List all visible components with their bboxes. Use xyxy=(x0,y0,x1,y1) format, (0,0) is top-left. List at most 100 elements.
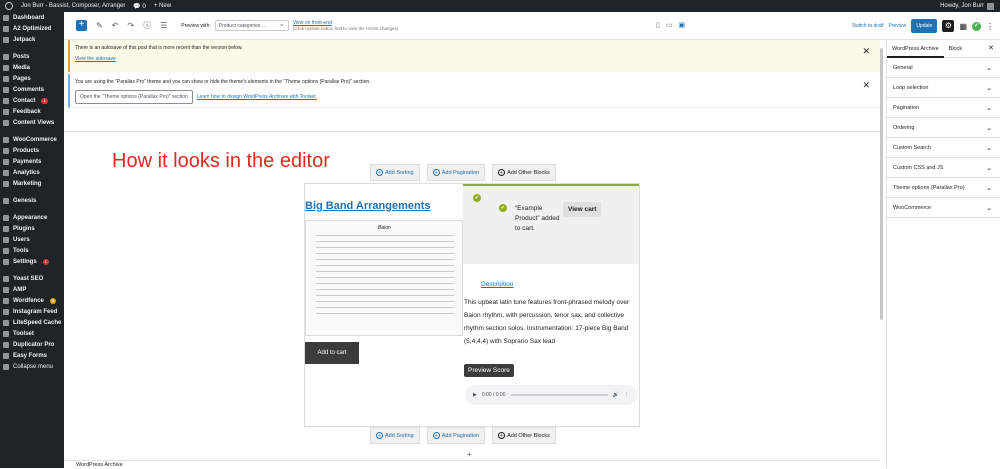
chevron-down-icon: ⌄ xyxy=(986,104,992,112)
preview-score-button[interactable]: Preview Score xyxy=(464,364,514,377)
add-pagination-button[interactable]: + Add Pagination xyxy=(426,164,486,181)
desktop-icon[interactable]: ▣ xyxy=(678,21,685,29)
add-other-blocks-button[interactable]: + Add Other Blocks xyxy=(492,164,556,181)
tab-block[interactable]: Block xyxy=(944,40,967,58)
add-to-cart-button[interactable]: Add to cart xyxy=(305,342,359,364)
sidebar-item-instagram-feed[interactable]: Instagram Feed xyxy=(0,306,64,317)
sidebar-item-plugins[interactable]: Plugins xyxy=(0,223,64,234)
add-pagination-button[interactable]: + Add Pagination xyxy=(426,427,486,444)
tablet-icon[interactable]: ▭ xyxy=(666,21,673,29)
open-theme-options-button[interactable]: Open the "Theme options (Parallax Pro)" … xyxy=(75,90,193,104)
site-name-link[interactable]: Jon Burr - Bassist, Composer, Arranger xyxy=(21,3,125,9)
panel-section-general[interactable]: General ⌄ xyxy=(887,58,1000,78)
sidebar-item-dashboard[interactable]: Dashboard xyxy=(0,12,64,23)
wordpress-logo-icon[interactable] xyxy=(5,2,13,10)
add-sorting-button[interactable]: + Add Sorting xyxy=(370,427,420,444)
add-block-button[interactable]: + xyxy=(76,20,87,31)
pencil-icon[interactable]: ✎ xyxy=(96,21,103,30)
media-icon xyxy=(3,64,9,71)
sidebar-item-tools[interactable]: Tools xyxy=(0,245,64,256)
sidebar-item-jetpack[interactable]: Jetpack xyxy=(0,34,64,45)
sidebar-item-content-views[interactable]: Content Views xyxy=(0,117,64,128)
panel-section-custom-search[interactable]: Custom Search ⌄ xyxy=(887,138,1000,158)
close-icon[interactable]: ✕ xyxy=(862,46,870,57)
description-tab-link[interactable]: Description xyxy=(481,281,514,288)
audio-progress-track[interactable] xyxy=(510,394,608,396)
sidebar-item-label: Easy Forms xyxy=(13,352,48,359)
sidebar-item-media[interactable]: Media xyxy=(0,62,64,73)
panel-section-custom-css-js[interactable]: Custom CSS and JS ⌄ xyxy=(887,158,1000,178)
sidebar-item-yoast-seo[interactable]: Yoast SEO xyxy=(0,273,64,284)
panel-section-ordering[interactable]: Ordering ⌄ xyxy=(887,118,1000,138)
audio-player[interactable]: ▶ 0:00 / 0:00 🔊 ⋮ xyxy=(465,385,637,405)
sidebar-item-appearance[interactable]: Appearance xyxy=(0,212,64,223)
calendar-icon[interactable]: ▦ xyxy=(959,22,967,31)
block-breadcrumb[interactable]: WordPress Archive xyxy=(64,460,880,468)
sidebar-item-duplicator-pro[interactable]: Duplicator Pro xyxy=(0,339,64,350)
sidebar-item-label: Duplicator Pro xyxy=(13,341,55,348)
play-icon[interactable]: ▶ xyxy=(473,392,477,398)
info-icon[interactable]: ⓘ xyxy=(143,20,151,31)
volume-icon[interactable]: 🔊 xyxy=(613,392,619,398)
close-icon[interactable]: ✕ xyxy=(988,44,994,52)
more-options-icon[interactable]: ⋮ xyxy=(624,392,629,398)
panel-section-pagination[interactable]: Pagination ⌄ xyxy=(887,98,1000,118)
product-title-link[interactable]: Big Band Arrangements xyxy=(305,200,431,212)
archive-icon xyxy=(3,147,9,154)
sidebar-item-pages[interactable]: Pages xyxy=(0,73,64,84)
sidebar-item-products[interactable]: Products xyxy=(0,145,64,156)
learn-design-link[interactable]: Learn how to design WordPress Archives w… xyxy=(197,94,317,100)
panel-section-theme-options[interactable]: Theme options (Parallax Pro) ⌄ xyxy=(887,178,1000,198)
sidebar-item-analytics[interactable]: Analytics xyxy=(0,167,64,178)
panel-section-loop-selection[interactable]: Loop selection ⌄ xyxy=(887,78,1000,98)
view-autosave-link[interactable]: View the autosave xyxy=(75,56,875,62)
plugin-icon xyxy=(3,225,9,232)
sidebar-item-settings[interactable]: Settings 1 xyxy=(0,256,64,267)
sidebar-item-payments[interactable]: Payments xyxy=(0,156,64,167)
add-sorting-button[interactable]: + Add Sorting xyxy=(370,164,420,181)
sidebar-item-amp[interactable]: AMP xyxy=(0,284,64,295)
new-content-link[interactable]: + New xyxy=(154,3,171,9)
sidebar-item-easy-forms[interactable]: Easy Forms xyxy=(0,350,64,361)
sidebar-item-a2-optimized[interactable]: A2 Optimized xyxy=(0,23,64,34)
view-cart-button[interactable]: View cart xyxy=(563,202,602,217)
list-view-icon[interactable]: ☰ xyxy=(160,21,167,30)
editor-scrollbar[interactable] xyxy=(880,48,883,320)
settings-gear-icon[interactable]: ⚙ xyxy=(942,20,955,32)
mobile-icon[interactable]: ▯ xyxy=(656,21,660,29)
update-button[interactable]: Update xyxy=(911,19,938,33)
switch-to-draft-button[interactable]: Switch to draft xyxy=(852,23,884,29)
chevron-down-icon: ⌄ xyxy=(986,124,992,132)
more-options-icon[interactable]: ⋮ xyxy=(986,22,994,31)
settings-icon xyxy=(3,258,9,265)
tab-wordpress-archive[interactable]: WordPress Archive xyxy=(887,40,944,58)
sidebar-item-wordfence[interactable]: Wordfence 8 xyxy=(0,295,64,306)
sidebar-item-genesis[interactable]: Genesis xyxy=(0,195,64,206)
redo-icon[interactable]: ↷ xyxy=(127,21,134,30)
sidebar-item-users[interactable]: Users xyxy=(0,234,64,245)
preview-button[interactable]: Preview xyxy=(889,23,907,29)
plus-icon: + xyxy=(498,432,506,439)
sidebar-item-comments[interactable]: Comments xyxy=(0,84,64,95)
comments-link[interactable]: 💬 0 xyxy=(133,3,145,10)
sidebar-item-label: Tools xyxy=(13,247,29,254)
add-other-blocks-button[interactable]: + Add Other Blocks xyxy=(492,427,556,444)
preview-with-select[interactable]: Product categories ... xyxy=(214,20,289,31)
seo-plugin-icon[interactable]: ✔ xyxy=(972,21,981,31)
howdy-user[interactable]: Howdy, Jon Burr xyxy=(940,3,984,9)
sidebar-item-posts[interactable]: Posts xyxy=(0,51,64,62)
close-icon[interactable]: ✕ xyxy=(862,80,870,91)
sidebar-item-label: Genesis xyxy=(13,197,37,204)
sidebar-item-feedback[interactable]: Feedback xyxy=(0,106,64,117)
panel-section-woocommerce[interactable]: WooCommerce ⌄ xyxy=(887,198,1000,218)
sidebar-item-contact[interactable]: Contact 1 xyxy=(0,95,64,106)
admin-bar: Jon Burr - Bassist, Composer, Arranger 💬… xyxy=(0,0,1000,12)
sidebar-item-litespeed-cache[interactable]: LiteSpeed Cache xyxy=(0,317,64,328)
sidebar-item-toolset[interactable]: Toolset xyxy=(0,328,64,339)
collapse-menu-button[interactable]: Collapse menu xyxy=(0,361,64,372)
sidebar-item-woocommerce[interactable]: WooCommerce xyxy=(0,134,64,145)
sidebar-item-marketing[interactable]: Marketing xyxy=(0,178,64,189)
block-inserter-button[interactable]: + xyxy=(467,450,472,459)
avatar[interactable] xyxy=(987,2,994,10)
undo-icon[interactable]: ↶ xyxy=(112,21,119,30)
